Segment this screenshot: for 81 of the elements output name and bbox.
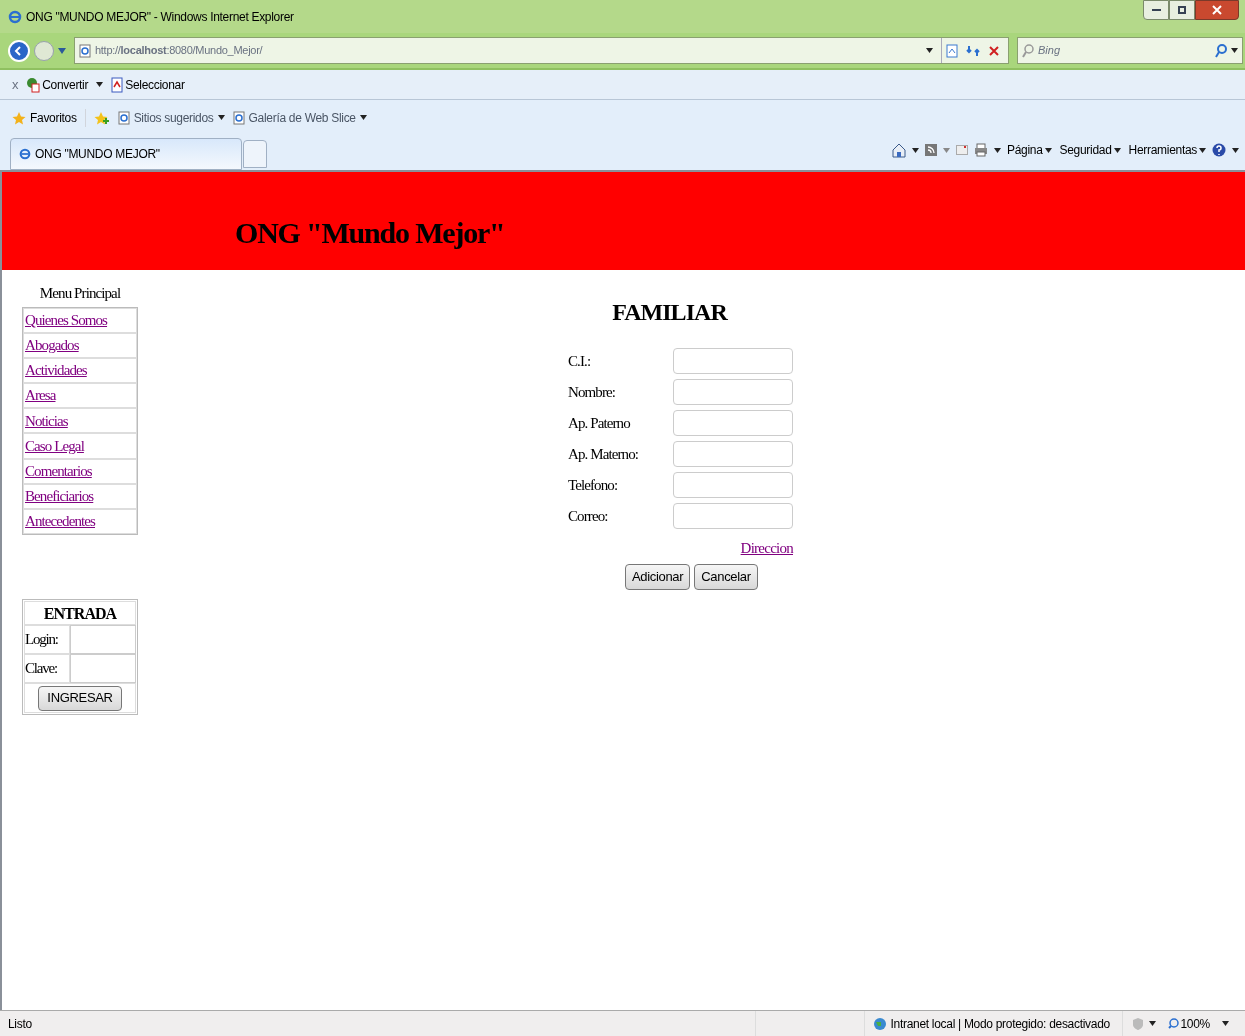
- dropdown-arrow-icon[interactable]: [1222, 1021, 1229, 1026]
- mail-icon[interactable]: [955, 145, 968, 155]
- address-field[interactable]: http://localhost:8080/Mundo_Mejor/: [74, 37, 1009, 64]
- dropdown-arrow-icon: [359, 115, 367, 120]
- browser-tab[interactable]: ONG "MUNDO MEJOR": [10, 138, 242, 170]
- field-label: Ap. Paterno: [568, 413, 631, 433]
- back-button[interactable]: [8, 39, 30, 62]
- globe-pdf-icon: [26, 76, 41, 93]
- help-icon[interactable]: [1212, 142, 1226, 158]
- restore-button[interactable]: [1169, 0, 1195, 20]
- select-button[interactable]: Seleccionar: [111, 75, 185, 94]
- browser-logo-icon: [19, 148, 31, 160]
- dropdown-arrow-icon[interactable]: [1148, 1021, 1156, 1026]
- field-label: Correo:: [568, 506, 609, 526]
- dropdown-arrow-icon[interactable]: [926, 48, 933, 53]
- security-zone-text: Intranet local | Modo protegido: desactivado: [890, 1015, 1110, 1033]
- form-title: FAMILIAR: [612, 298, 727, 327]
- input-field[interactable]: [673, 503, 793, 529]
- zoom-button[interactable]: 100%: [1167, 1014, 1210, 1033]
- toolbar-menu[interactable]: Página: [1006, 141, 1052, 159]
- dropdown-arrow-icon[interactable]: [96, 82, 104, 87]
- field-label: Login:: [25, 630, 58, 650]
- page-icon: [232, 110, 245, 125]
- zoom-icon: [1167, 1018, 1179, 1029]
- compatibility-icon[interactable]: [946, 43, 958, 58]
- field-label: Clave:: [25, 659, 57, 679]
- refresh-icon[interactable]: [966, 43, 980, 58]
- star-icon: [12, 110, 26, 125]
- convert-button[interactable]: Convertir: [26, 75, 89, 94]
- field-label: Telefono:: [568, 475, 619, 495]
- input-field[interactable]: [673, 379, 793, 405]
- close-button[interactable]: [1195, 0, 1239, 20]
- dropdown-arrow-icon[interactable]: [1231, 48, 1238, 53]
- dropdown-arrow-icon: [1113, 147, 1121, 153]
- login-heading: ENTRADA: [24, 601, 136, 626]
- toolbar-menu[interactable]: Herramientas: [1128, 141, 1206, 159]
- favorites-link[interactable]: Galería de Web Slice: [232, 108, 367, 127]
- input-field[interactable]: [70, 654, 136, 684]
- url-text: http://localhost:8080/Mundo_Mejor/: [95, 43, 263, 59]
- globe-icon: [872, 1016, 887, 1031]
- menu-heading: Menu Principal: [38, 284, 122, 303]
- window-title: ONG "MUNDO MEJOR" - Windows Internet Explorer: [26, 8, 294, 26]
- page-icon: [79, 43, 91, 58]
- browser-logo-icon: [8, 9, 22, 24]
- home-icon[interactable]: [891, 142, 906, 158]
- feed-icon[interactable]: [924, 143, 937, 157]
- search-box[interactable]: Bing: [1017, 37, 1243, 64]
- search-icon: [1022, 43, 1034, 58]
- dropdown-arrow-icon[interactable]: [993, 147, 1001, 153]
- dropdown-arrow-icon: [1044, 147, 1052, 153]
- dropdown-arrow-icon: [217, 115, 225, 120]
- field-label: C.I.:: [568, 351, 592, 371]
- close-icon: [1212, 5, 1222, 15]
- input-field[interactable]: [673, 348, 793, 374]
- page-icon: [117, 110, 130, 125]
- minimize-button[interactable]: [1143, 0, 1169, 20]
- add-favorite-icon[interactable]: [93, 110, 110, 125]
- form-button[interactable]: Adicionar: [625, 563, 691, 590]
- favorites-button[interactable]: Favoritos: [12, 108, 86, 127]
- close-toolbar-button[interactable]: x: [12, 74, 19, 95]
- field-label: Nombre:: [568, 382, 617, 402]
- address-link[interactable]: Direccion: [740, 537, 793, 560]
- stop-icon[interactable]: [988, 44, 1000, 57]
- search-field[interactable]: Bing: [1038, 42, 1211, 59]
- dropdown-arrow-icon[interactable]: [1232, 147, 1239, 153]
- favorites-link[interactable]: Sitios sugeridos: [117, 108, 225, 127]
- pdf-icon: [111, 76, 124, 93]
- input-field[interactable]: [673, 410, 793, 436]
- search-icon[interactable]: [1215, 43, 1227, 58]
- dropdown-arrow-icon: [1199, 147, 1206, 153]
- input-field[interactable]: [70, 625, 136, 655]
- input-field[interactable]: [673, 472, 793, 498]
- dropdown-arrow-icon[interactable]: [911, 147, 919, 153]
- site-title: ONG "Mundo Mejor": [235, 214, 505, 251]
- field-label: Ap. Materno:: [568, 444, 639, 464]
- login-button[interactable]: INGRESAR: [38, 685, 122, 711]
- input-field[interactable]: [673, 441, 793, 467]
- toolbar-menu[interactable]: Seguridad: [1059, 141, 1121, 159]
- form-button[interactable]: Cancelar: [694, 563, 758, 590]
- status-text: Listo: [8, 1015, 33, 1033]
- print-icon[interactable]: [973, 143, 988, 157]
